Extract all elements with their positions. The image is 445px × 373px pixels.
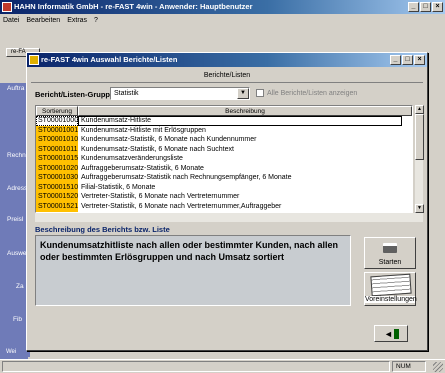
row-code[interactable]: ST00001000 — [36, 116, 78, 126]
side-item-zahlung[interactable]: Za — [16, 283, 24, 290]
dialog-title: re-FAST 4win Auswahl Berichte/Listen — [41, 55, 178, 64]
row-description[interactable]: Auftraggeberumsatz-Statistik nach Rechnu… — [78, 173, 402, 183]
table-row[interactable]: ST00001020 Auftraggeberumsatz-Statistik, … — [36, 163, 412, 174]
dialog-minimize-button[interactable]: _ — [390, 55, 401, 65]
row-code[interactable]: ST00001011 — [36, 144, 78, 154]
app-icon — [2, 2, 12, 12]
side-item-rechnung[interactable]: Rechn — [7, 152, 26, 159]
row-description[interactable]: Kundenumsatz-Hitliste — [78, 116, 402, 126]
row-code[interactable]: ST00001020 — [36, 163, 78, 173]
column-header-beschreibung[interactable]: Beschreibung — [78, 106, 412, 116]
status-panel-main — [2, 361, 390, 372]
document-icon — [370, 273, 412, 297]
table-row[interactable]: ST00001011 Kundenumsatz-Statistik, 6 Mona… — [36, 144, 412, 155]
table-row[interactable]: ST00001510 Filial-Statistik, 6 Monate — [36, 182, 412, 193]
group-label: Bericht/Listen-Gruppe — [35, 90, 115, 99]
group-select[interactable]: Statistik ▼ — [110, 87, 250, 100]
side-item-auswertung[interactable]: Auswe — [7, 250, 27, 257]
row-description[interactable]: Kundenumsatz-Statistik, 6 Monate nach Ku… — [78, 135, 402, 145]
scroll-up-icon[interactable]: ▲ — [415, 105, 424, 114]
show-all-label: Alle Berichte/Listen anzeigen — [267, 89, 358, 97]
table-row[interactable]: ST00001521 Vertreter-Statistik, 6 Monate … — [36, 201, 412, 212]
row-code[interactable]: ST00001010 — [36, 135, 78, 145]
dialog-title-bar: re-FAST 4win Auswahl Berichte/Listen _ □… — [27, 53, 427, 67]
row-description[interactable]: Kundenumsatz-Hitliste mit Erlösgruppen — [78, 126, 402, 136]
side-nav — [0, 83, 28, 373]
scroll-down-icon[interactable]: ▼ — [415, 204, 424, 213]
show-all-checkbox[interactable]: Alle Berichte/Listen anzeigen — [256, 89, 357, 97]
main-title-bar: HAHN Informatik GmbH - re-FAST 4win - An… — [0, 0, 445, 14]
row-description[interactable]: Kundenumsatz-Statistik, 6 Monate nach Su… — [78, 145, 402, 155]
resize-grip[interactable] — [433, 362, 443, 372]
table-row[interactable]: ST00001520 Vertreter-Statistik, 6 Monate … — [36, 192, 412, 202]
row-code[interactable]: ST00001520 — [36, 192, 78, 202]
table-row[interactable]: ST00001000 Kundenumsatz-Hitliste — [36, 116, 412, 126]
status-num: NUM — [392, 361, 426, 372]
table-row[interactable]: ST00001015 Kundenumsatzveränderungsliste — [36, 154, 412, 164]
table-row[interactable]: ST00001001 Kundenumsatz-Hitliste mit Erlö… — [36, 125, 412, 136]
row-description[interactable]: Kundenumsatzveränderungsliste — [78, 154, 402, 164]
presettings-button-label: Voreinstellungen — [365, 296, 417, 303]
presettings-button[interactable]: Voreinstellungen — [364, 272, 417, 306]
side-item-adressen[interactable]: Adress — [7, 185, 27, 192]
report-table: Sortierung Beschreibung ST00001000 Kunden… — [35, 105, 413, 213]
row-description[interactable]: Vertreter-Statistik, 6 Monate nach Vertr… — [78, 192, 402, 202]
menu-help[interactable]: ? — [94, 14, 98, 27]
row-description[interactable]: Auftraggeberumsatz-Statistik, 6 Monate — [78, 164, 402, 174]
table-row[interactable]: ST00001030 Auftraggeberumsatz-Statistik n… — [36, 173, 412, 183]
row-description[interactable]: Filial-Statistik, 6 Monate — [78, 183, 402, 193]
row-code[interactable]: ST00001001 — [36, 125, 78, 135]
printer-icon — [383, 243, 397, 253]
side-item-preisliste[interactable]: Preisl — [7, 216, 23, 223]
row-code[interactable]: ST00001521 — [36, 201, 78, 211]
horizontal-scrollbar[interactable] — [35, 213, 423, 222]
dialog-maximize-button[interactable]: □ — [402, 55, 413, 65]
start-button-label: Starten — [378, 259, 402, 266]
row-code[interactable]: ST00001030 — [36, 173, 78, 183]
menu-datei[interactable]: Datei — [3, 14, 19, 27]
dialog-close-button[interactable]: × — [414, 55, 425, 65]
checkbox-box[interactable] — [256, 89, 264, 97]
description-label: Beschreibung des Berichts bzw. Liste — [35, 225, 170, 234]
menu-bar: Datei Bearbeiten Extras ? — [0, 14, 445, 27]
description-text: Kundenumsatzhitliste nach allen oder bes… — [35, 235, 351, 306]
side-item-fibu[interactable]: Fib — [13, 316, 22, 323]
side-item-auftrag[interactable]: Auftra — [7, 85, 24, 92]
chevron-down-icon[interactable]: ▼ — [237, 88, 249, 99]
exit-door-icon: ◄ — [384, 329, 399, 339]
table-row[interactable]: ST00001010 Kundenumsatz-Statistik, 6 Mona… — [36, 135, 412, 145]
close-button[interactable]: × — [432, 2, 443, 12]
scroll-thumb[interactable] — [415, 114, 424, 160]
status-bar: NUM — [0, 359, 445, 373]
app-title: HAHN Informatik GmbH - re-FAST 4win - An… — [14, 2, 253, 11]
start-button[interactable]: Starten — [364, 237, 416, 269]
column-header-sortierung[interactable]: Sortierung — [36, 106, 78, 116]
row-description[interactable]: Vertreter-Statistik, 6 Monate nach Vertr… — [78, 202, 402, 212]
table-header: Sortierung Beschreibung — [36, 106, 412, 116]
minimize-button[interactable]: _ — [408, 2, 419, 12]
row-code[interactable]: ST00001510 — [36, 182, 78, 192]
menu-bearbeiten[interactable]: Bearbeiten — [26, 14, 60, 27]
maximize-button[interactable]: □ — [420, 2, 431, 12]
panel-header: Berichte/Listen — [31, 69, 423, 83]
group-select-value: Statistik — [114, 90, 139, 97]
dialog-icon — [29, 55, 39, 65]
vertical-scrollbar[interactable]: ▲ ▼ — [414, 105, 424, 213]
report-dialog: re-FAST 4win Auswahl Berichte/Listen _ □… — [26, 52, 428, 351]
menu-extras[interactable]: Extras — [67, 14, 87, 27]
row-code[interactable]: ST00001015 — [36, 154, 78, 164]
exit-button[interactable]: ◄ — [374, 325, 408, 342]
